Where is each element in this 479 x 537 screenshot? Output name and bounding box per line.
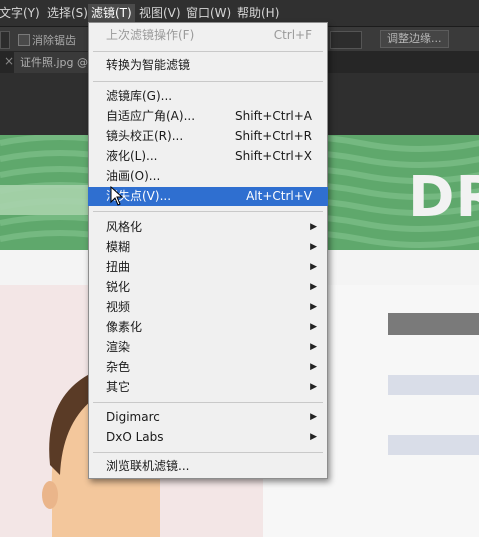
menu-separator	[93, 211, 323, 212]
menu-item-video[interactable]: 视频 ▶	[90, 298, 326, 317]
menu-window[interactable]: 窗口(W)	[183, 4, 234, 22]
info-bar-light-2	[388, 435, 479, 455]
submenu-arrow-icon: ▶	[310, 282, 317, 292]
menu-item-convert-smart-filter[interactable]: 转换为智能滤镜	[90, 56, 326, 75]
menu-item-noise[interactable]: 杂色 ▶	[90, 358, 326, 377]
menu-separator	[93, 51, 323, 52]
submenu-arrow-icon: ▶	[310, 262, 317, 272]
menu-item-other[interactable]: 其它 ▶	[90, 378, 326, 397]
menu-item-digimarc[interactable]: Digimarc ▶	[90, 408, 326, 427]
submenu-arrow-icon: ▶	[310, 242, 317, 252]
menu-item-dxo-labs[interactable]: DxO Labs ▶	[90, 428, 326, 447]
menu-filter[interactable]: 滤镜(T)	[88, 4, 135, 22]
info-bar-light-1	[388, 375, 479, 395]
menu-help[interactable]: 帮助(H)	[234, 4, 282, 22]
banner-light-band	[0, 185, 100, 215]
menu-item-adaptive-wide-angle[interactable]: 自适应广角(A)... Shift+Ctrl+A	[90, 107, 326, 126]
menu-item-render[interactable]: 渲染 ▶	[90, 338, 326, 357]
close-tab-icon[interactable]: ×	[4, 54, 14, 68]
menu-item-liquify[interactable]: 液化(L)... Shift+Ctrl+X	[90, 147, 326, 166]
submenu-arrow-icon: ▶	[310, 342, 317, 352]
info-bar-dark	[388, 313, 479, 335]
submenu-arrow-icon: ▶	[310, 302, 317, 312]
menu-item-stylize[interactable]: 风格化 ▶	[90, 218, 326, 237]
menu-item-pixelate[interactable]: 像素化 ▶	[90, 318, 326, 337]
menu-item-sharpen[interactable]: 锐化 ▶	[90, 278, 326, 297]
options-field-right[interactable]	[330, 31, 362, 49]
options-field-left[interactable]	[0, 31, 10, 49]
document-tab[interactable]: 证件照.jpg @	[14, 52, 98, 73]
menu-separator	[93, 402, 323, 403]
menu-item-oil-paint[interactable]: 油画(O)...	[90, 167, 326, 186]
submenu-arrow-icon: ▶	[310, 362, 317, 372]
menu-separator	[93, 452, 323, 453]
menu-item-browse-online-filters[interactable]: 浏览联机滤镜...	[90, 457, 326, 476]
menu-separator	[93, 81, 323, 82]
menu-view[interactable]: 视图(V)	[136, 4, 184, 22]
menu-type[interactable]: 文字(Y)	[0, 4, 43, 22]
refine-edge-button[interactable]: 调整边缘...	[380, 30, 449, 48]
submenu-arrow-icon: ▶	[310, 432, 317, 442]
submenu-arrow-icon: ▶	[310, 412, 317, 422]
submenu-arrow-icon: ▶	[310, 222, 317, 232]
banner-title: DR	[408, 165, 479, 230]
submenu-arrow-icon: ▶	[310, 322, 317, 332]
filter-dropdown-menu: 上次滤镜操作(F) Ctrl+F 转换为智能滤镜 滤镜库(G)... 自适应广角…	[88, 22, 328, 479]
anti-alias-label: 消除锯齿	[32, 34, 76, 47]
menu-item-lens-correction[interactable]: 镜头校正(R)... Shift+Ctrl+R	[90, 127, 326, 146]
menu-item-distort[interactable]: 扭曲 ▶	[90, 258, 326, 277]
mouse-pointer-icon	[110, 186, 124, 206]
menu-select[interactable]: 选择(S)	[44, 4, 91, 22]
submenu-arrow-icon: ▶	[310, 382, 317, 392]
anti-alias-checkbox[interactable]	[18, 34, 30, 46]
menu-item-vanishing-point[interactable]: 消失点(V)... Alt+Ctrl+V	[88, 187, 328, 206]
menu-item-last-filter: 上次滤镜操作(F) Ctrl+F	[106, 28, 312, 42]
menu-item-blur[interactable]: 模糊 ▶	[90, 238, 326, 257]
menu-item-filter-gallery[interactable]: 滤镜库(G)...	[90, 87, 326, 106]
